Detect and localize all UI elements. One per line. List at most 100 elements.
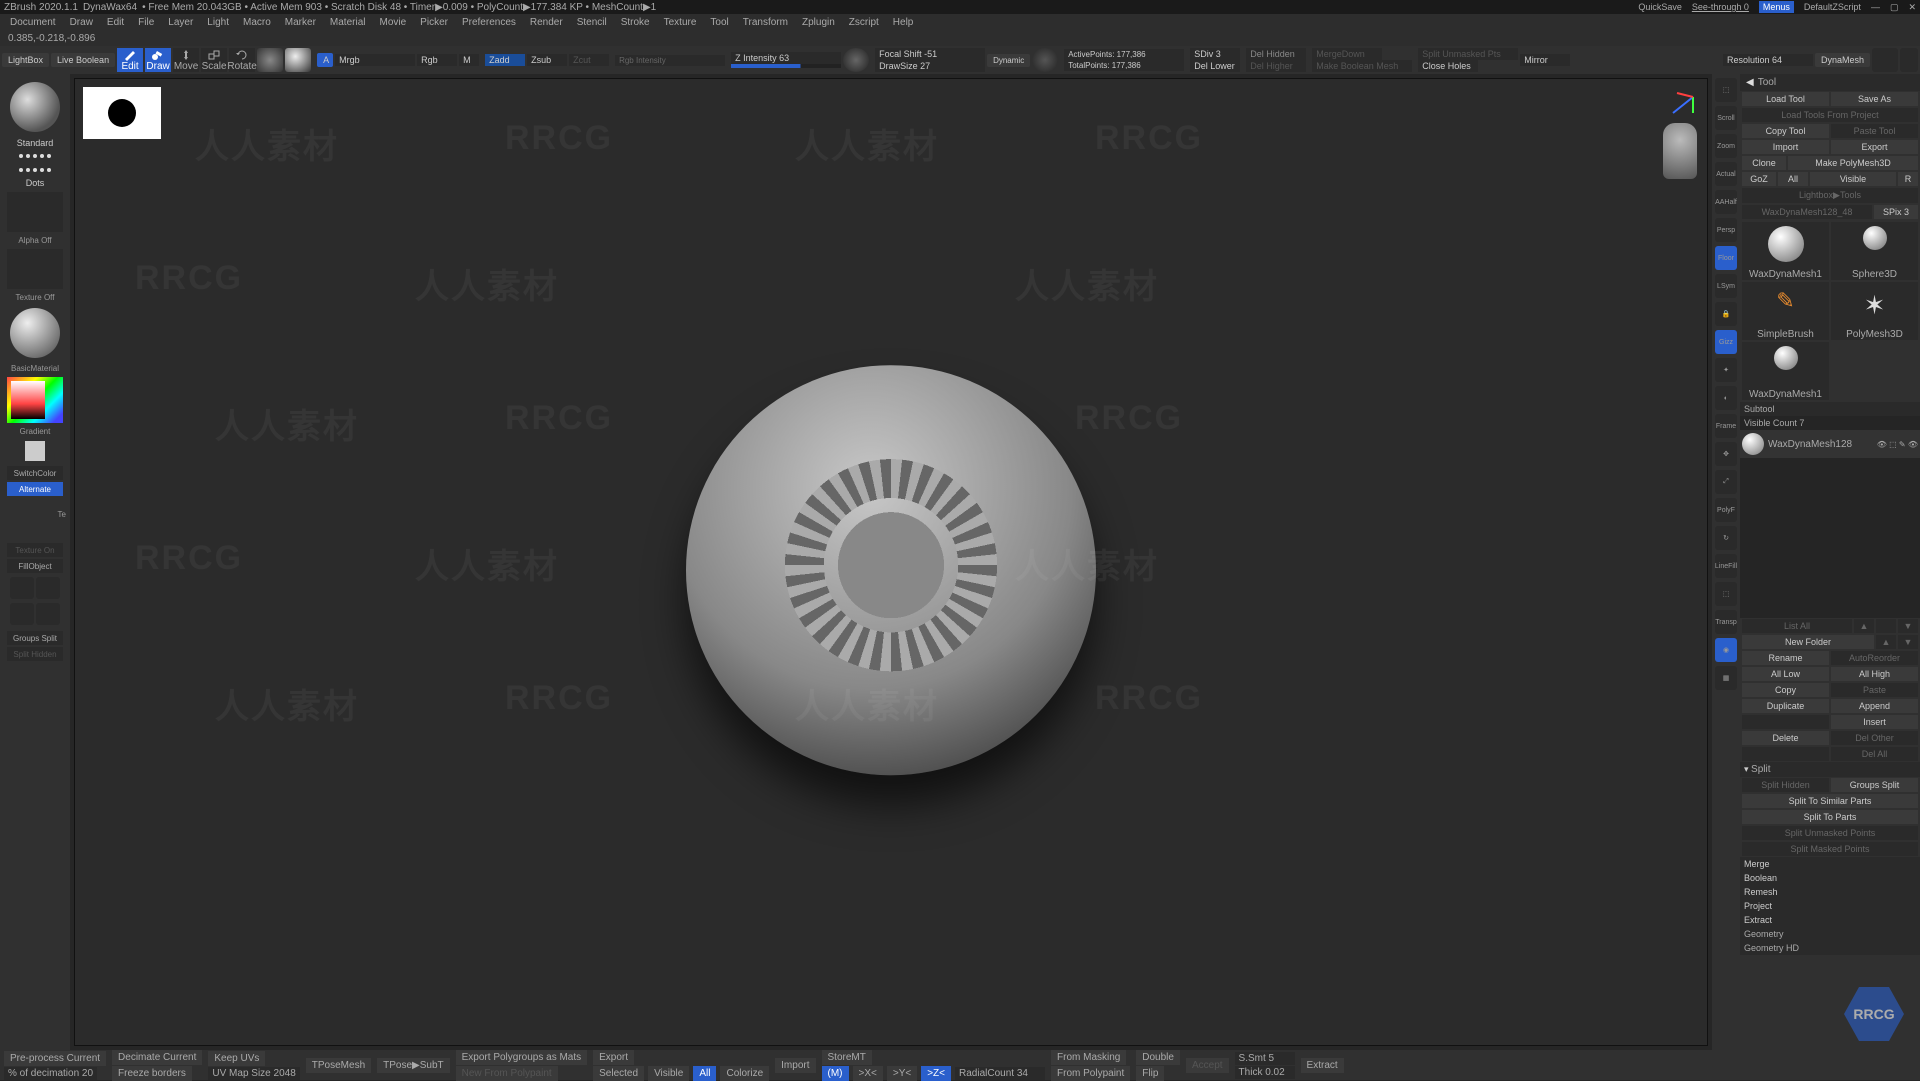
my-button[interactable]: >Y< (887, 1066, 917, 1081)
copy-subtool-button[interactable]: Copy (1742, 683, 1829, 697)
menu-item[interactable]: Stencil (571, 17, 613, 28)
pct-decimation-slider[interactable]: % of decimation 20 (4, 1067, 97, 1080)
merge-section[interactable]: Merge (1740, 857, 1920, 871)
mx-button[interactable]: >X< (853, 1066, 883, 1081)
remesh-section[interactable]: Remesh (1740, 885, 1920, 899)
project-section[interactable]: Project (1740, 899, 1920, 913)
tool-thumb[interactable]: WaxDynaMesh1 (1742, 222, 1829, 280)
list-all-button[interactable]: List All (1742, 619, 1852, 633)
textureon-button[interactable]: Texture On (7, 543, 63, 557)
menu-item[interactable]: Macro (237, 17, 277, 28)
brush-depth-icon[interactable] (843, 48, 869, 72)
colorize-button[interactable]: Colorize (720, 1066, 769, 1081)
focal-shift-slider[interactable]: Focal Shift -51 (875, 48, 985, 60)
gizmo-button[interactable]: Gizz (1715, 330, 1737, 354)
rotate-nav-icon[interactable]: ↻ (1715, 526, 1737, 550)
menu-item[interactable]: Zplugin (796, 17, 841, 28)
insert-button[interactable]: Insert (1831, 715, 1918, 729)
window-min-icon[interactable]: — (1871, 2, 1880, 12)
radcount-slider[interactable]: RadialCount 34 (955, 1067, 1045, 1080)
persp-button[interactable]: Persp (1715, 218, 1737, 242)
lsym-button[interactable]: LSym (1715, 274, 1737, 298)
move-mode-button[interactable]: Move (173, 48, 199, 72)
solo-icon[interactable]: ◐ (1715, 386, 1737, 410)
draw-size-slider[interactable]: DrawSize 27 (875, 60, 985, 72)
menu-item[interactable]: Render (524, 17, 569, 28)
split-parts-button[interactable]: Split To Parts (1742, 810, 1918, 824)
window-close-icon[interactable]: ✕ (1908, 2, 1916, 13)
delete-button[interactable]: Delete (1742, 731, 1829, 745)
mt-button[interactable]: (M) (822, 1066, 849, 1081)
menu-item[interactable]: Light (201, 17, 235, 28)
load-project-button[interactable]: Load Tools From Project (1742, 108, 1918, 122)
lazymouse-icon[interactable] (1032, 48, 1058, 72)
tool-thumb[interactable]: Sphere3D (1831, 222, 1918, 280)
extract-button[interactable]: Extract (1301, 1058, 1344, 1073)
menu-item[interactable]: Preferences (456, 17, 522, 28)
lightbox-button[interactable]: LightBox (2, 53, 49, 67)
delother-button[interactable]: Del Other (1831, 731, 1918, 745)
dynamesh-button[interactable]: DynaMesh (1815, 53, 1870, 67)
camera-reference-icon[interactable] (1663, 123, 1697, 179)
lightbox-tools-button[interactable]: Lightbox▶Tools (1742, 188, 1918, 203)
menu-item[interactable]: Layer (162, 17, 199, 28)
scroll-button[interactable]: Scroll (1715, 106, 1737, 130)
axis-gizmo-icon[interactable] (1667, 87, 1699, 119)
paste-subtool-button[interactable]: Paste (1831, 683, 1918, 697)
subtool-item[interactable]: WaxDynaMesh128 👁 ⬚ ✎ 👁 (1740, 430, 1920, 458)
lock-icon[interactable]: 🔒 (1715, 302, 1737, 326)
decimate-button[interactable]: Decimate Current (112, 1050, 202, 1065)
split-hidden-button[interactable]: Split Hidden (1742, 778, 1829, 792)
all-button[interactable]: All (693, 1066, 716, 1081)
edit-mode-button[interactable]: Edit (117, 48, 143, 72)
fillobject-button[interactable]: FillObject (7, 559, 63, 573)
current-tool-name[interactable]: WaxDynaMesh128_48 (1742, 205, 1872, 219)
del-lower-button[interactable]: Del Lower (1190, 60, 1240, 72)
frompolypaint-button[interactable]: From Polypaint (1051, 1066, 1130, 1081)
menu-item[interactable]: Texture (658, 17, 703, 28)
menu-item[interactable]: Movie (373, 17, 412, 28)
switchcolor-button[interactable]: SwitchColor (7, 466, 63, 480)
export-button[interactable]: Export (1831, 140, 1918, 154)
preprocess-button[interactable]: Pre-process Current (4, 1051, 106, 1066)
duplicate-button[interactable]: Duplicate (1742, 699, 1829, 713)
seethrough-slider[interactable]: See-through 0 (1692, 2, 1749, 12)
paste-tool-button[interactable]: Paste Tool (1831, 124, 1918, 138)
mirror-button[interactable]: Mirror (1520, 54, 1570, 66)
tool-thumb[interactable]: ✎SimpleBrush (1742, 282, 1829, 340)
sculptris-icon[interactable] (257, 48, 283, 72)
groupssplit-button[interactable]: Groups Split (7, 631, 63, 645)
brush-thumbnail[interactable] (10, 82, 60, 132)
menu-item[interactable]: Transform (737, 17, 794, 28)
split-unmasked-button[interactable]: Split Unmasked Points (1742, 826, 1918, 840)
delall-button[interactable]: Del All (1831, 747, 1918, 761)
zadd-button[interactable]: Zadd (485, 54, 525, 66)
menu-item[interactable]: File (132, 17, 160, 28)
actual-button[interactable]: Actual (1715, 162, 1737, 186)
subtool-list[interactable] (1740, 458, 1920, 618)
groups-split-button[interactable]: Groups Split (1831, 778, 1918, 792)
keepuv-button[interactable]: Keep UVs (208, 1051, 265, 1066)
arrow-down-icon[interactable]: ▼ (1898, 619, 1918, 633)
alpha-slot[interactable] (7, 192, 63, 232)
move-nav-icon[interactable]: ✥ (1715, 442, 1737, 466)
splithidden-button[interactable]: Split Hidden (7, 647, 63, 661)
mergedown-button[interactable]: MergeDown (1312, 48, 1382, 60)
storemt-button[interactable]: StoreMT (822, 1050, 872, 1065)
visible-button[interactable]: Visible (648, 1066, 689, 1081)
copy-tool-button[interactable]: Copy Tool (1742, 124, 1829, 138)
mrgb-button[interactable]: Mrgb (335, 54, 415, 66)
import-button[interactable]: Import (1742, 140, 1829, 154)
rename-button[interactable]: Rename (1742, 651, 1829, 665)
linefill-button[interactable]: LineFill (1715, 554, 1737, 578)
scale-nav-icon[interactable]: ⤢ (1715, 470, 1737, 494)
viewport[interactable]: 人人素材 RRCG 人人素材 RRCG RRCG 人人素材 人人素材 人人素材 … (74, 78, 1708, 1046)
mz-button[interactable]: >Z< (921, 1066, 951, 1081)
dynamic-button[interactable]: Dynamic (987, 54, 1030, 67)
rotate-mode-button[interactable]: Rotate (229, 48, 255, 72)
selected-button[interactable]: Selected (593, 1066, 644, 1081)
import-bottom-button[interactable]: Import (775, 1058, 815, 1073)
menu-item[interactable]: Picker (414, 17, 454, 28)
xpose-button[interactable]: ✦ (1715, 358, 1737, 382)
geometry-header[interactable]: Geometry (1740, 927, 1920, 941)
